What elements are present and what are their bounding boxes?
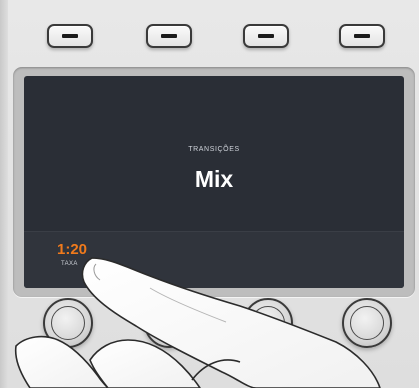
rate-value: 1:20 bbox=[57, 241, 88, 258]
softkey-3-button[interactable] bbox=[243, 24, 289, 48]
softkey-1-button[interactable] bbox=[47, 24, 93, 48]
control-panel: TRANSIÇÕES Mix 1:20 TAXA bbox=[0, 0, 419, 388]
dash-icon bbox=[354, 34, 370, 38]
rate-label: TAXA bbox=[61, 261, 78, 267]
softkey-2-button[interactable] bbox=[146, 24, 192, 48]
dash-icon bbox=[62, 34, 78, 38]
knob-4-dial[interactable] bbox=[342, 298, 392, 348]
softkey-4-button[interactable] bbox=[339, 24, 385, 48]
dash-icon bbox=[161, 34, 177, 38]
lcd-parameter-strip bbox=[24, 231, 404, 288]
knob-2-dial[interactable] bbox=[144, 298, 194, 348]
knob-3-dial[interactable] bbox=[243, 298, 293, 348]
dash-icon bbox=[258, 34, 274, 38]
lcd-screen: TRANSIÇÕES Mix 1:20 TAXA bbox=[24, 76, 404, 288]
lcd-menu-heading: TRANSIÇÕES bbox=[188, 146, 240, 153]
knob-1-dial[interactable] bbox=[43, 298, 93, 348]
lcd-transition-value: Mix bbox=[194, 166, 234, 192]
